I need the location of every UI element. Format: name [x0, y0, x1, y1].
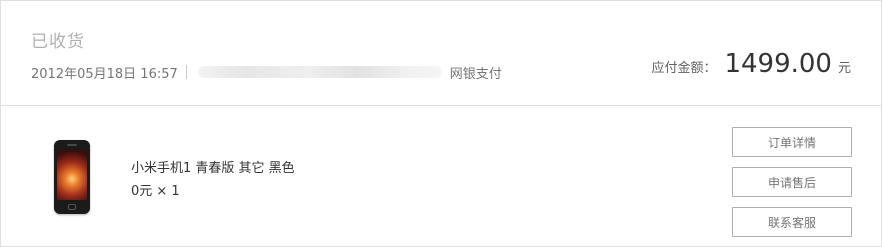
redacted-order-info	[197, 66, 442, 78]
phone-screen	[57, 150, 87, 200]
product-name[interactable]: 小米手机1 青春版 其它 黑色	[131, 157, 295, 176]
order-status: 已收货	[31, 32, 85, 52]
payment-method: 网银支付	[449, 66, 502, 82]
order-meta: 2012年05月18日 16:57 网银支付	[31, 63, 502, 82]
product-price-quantity: 0元 × 1	[131, 184, 180, 199]
meta-divider	[185, 65, 187, 79]
order-card: 已收货 2012年05月18日 16:57 网银支付 应付金额： 1499.00…	[0, 0, 882, 247]
order-amount: 应付金额： 1499.00 元	[651, 49, 851, 79]
amount-label: 应付金额：	[651, 61, 717, 76]
order-header: 已收货 2012年05月18日 16:57 网银支付 应付金额： 1499.00…	[1, 1, 881, 106]
phone-speaker	[67, 144, 77, 146]
order-detail-button[interactable]: 订单详情	[732, 127, 852, 157]
phone-home-button	[68, 204, 76, 210]
after-sales-button[interactable]: 申请售后	[732, 167, 852, 197]
amount-value: 1499.00	[724, 49, 832, 79]
product-image[interactable]	[54, 140, 90, 214]
order-datetime: 2012年05月18日 16:57	[31, 66, 178, 82]
amount-unit: 元	[837, 61, 851, 76]
contact-service-button[interactable]: 联系客服	[732, 207, 852, 237]
